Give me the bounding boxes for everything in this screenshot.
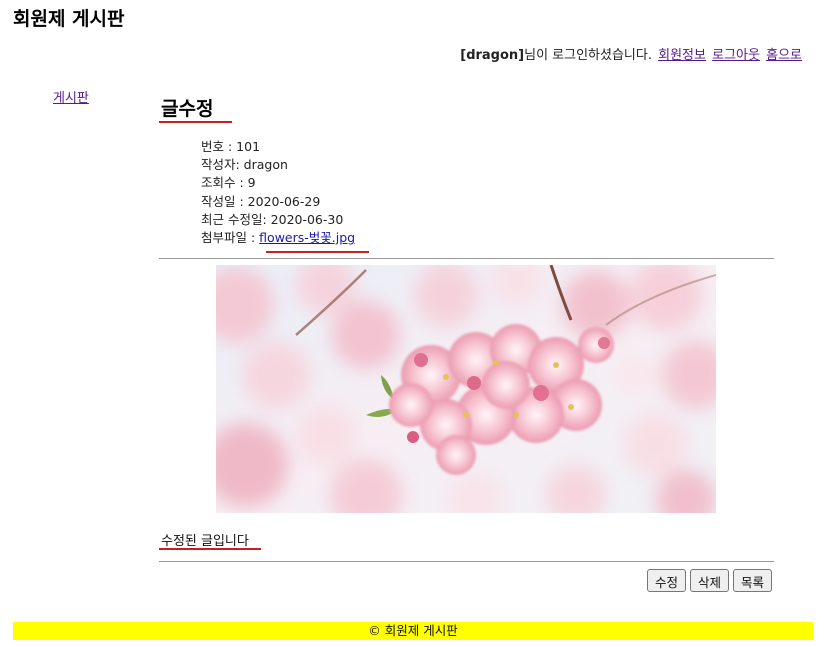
- member-info-link[interactable]: 회원정보: [658, 48, 706, 63]
- attached-image: [216, 265, 716, 513]
- meta-modified: 최근 수정일: 2020-06-30: [201, 211, 344, 227]
- attachment-underline: [266, 251, 369, 253]
- delete-button[interactable]: 삭제: [689, 569, 729, 592]
- meta-attachment: 첨부파일 : flowers-벚꽃.jpg: [201, 229, 355, 247]
- logged-in-text: 님이 로그인하셨습니다.: [524, 48, 652, 63]
- post-meta: 번호 : 101 작성자: dragon 조회수 : 9 작성일 : 2020-…: [201, 138, 355, 247]
- footer: © 회원제 게시판: [13, 622, 813, 640]
- meta-views: 조회수 : 9: [201, 175, 256, 191]
- meta-author: 작성자: dragon: [201, 157, 288, 173]
- attachment-file-link[interactable]: flowers-벚꽃.jpg: [259, 230, 355, 245]
- list-button[interactable]: 목록: [732, 569, 772, 592]
- divider-top: [159, 258, 774, 259]
- divider-bottom: [159, 561, 774, 562]
- site-title: 회원제 게시판: [13, 8, 125, 30]
- home-link[interactable]: 홈으로: [766, 48, 802, 63]
- page-heading: 글수정: [161, 98, 214, 120]
- edit-button[interactable]: 수정: [646, 569, 686, 592]
- cherry-blossom-image: [216, 265, 716, 513]
- attachment-label: 첨부파일 :: [201, 230, 260, 246]
- heading-underline: [159, 121, 232, 123]
- user-bar: [dragon]님이 로그인하셨습니다. 회원정보 로그아웃 홈으로: [460, 44, 802, 63]
- content-underline: [159, 548, 261, 550]
- username: [dragon]: [460, 48, 525, 63]
- post-content: 수정된 글입니다: [161, 534, 249, 549]
- meta-created: 작성일 : 2020-06-29: [201, 193, 321, 209]
- footer-copyright: © 회원제 게시판: [368, 623, 458, 638]
- action-buttons: 수정 삭제 목록: [646, 569, 772, 592]
- meta-number: 번호 : 101: [201, 139, 261, 154]
- logout-link[interactable]: 로그아웃: [712, 48, 760, 63]
- sidebar-board-link[interactable]: 게시판: [53, 87, 89, 106]
- page: 회원제 게시판 [dragon]님이 로그인하셨습니다. 회원정보 로그아웃 홈…: [0, 0, 834, 647]
